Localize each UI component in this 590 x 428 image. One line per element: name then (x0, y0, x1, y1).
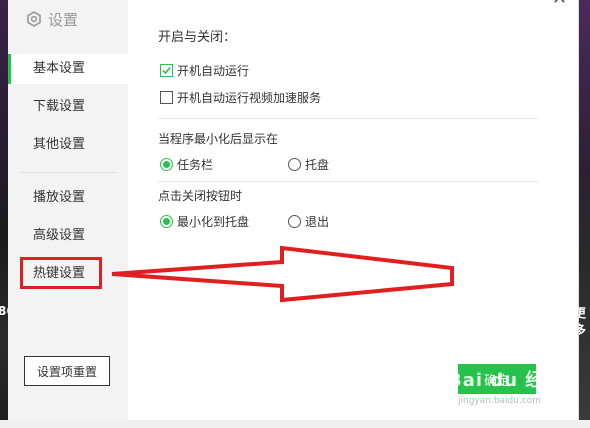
annotation-arrow-icon (111, 245, 454, 303)
